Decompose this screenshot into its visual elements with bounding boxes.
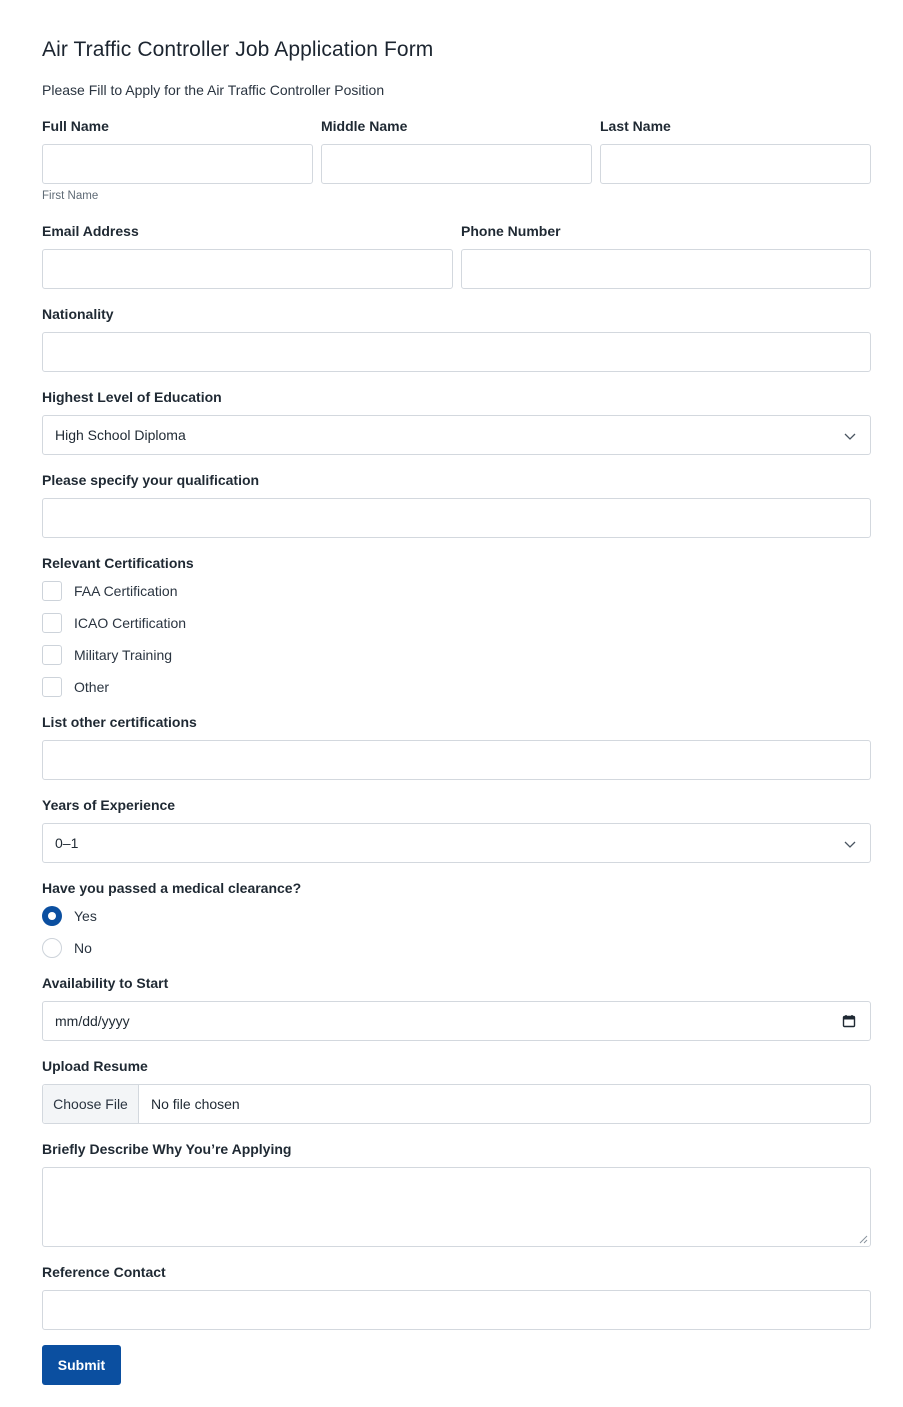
certification-option-military[interactable]: Military Training — [42, 644, 172, 666]
checkbox[interactable] — [42, 581, 62, 601]
medical-option-label: Yes — [74, 908, 97, 924]
certifications-label: Relevant Certifications — [42, 555, 194, 571]
education-label: Highest Level of Education — [42, 389, 222, 405]
reason-label: Briefly Describe Why You’re Applying — [42, 1141, 292, 1157]
certification-option-label: FAA Certification — [74, 583, 178, 599]
radio-button-selected[interactable] — [42, 906, 62, 926]
nationality-input[interactable] — [42, 332, 871, 372]
certification-option-label: Military Training — [74, 647, 173, 663]
experience-selected-value: 0–1 — [55, 835, 79, 851]
chevron-down-icon — [844, 433, 856, 440]
file-status: No file chosen — [151, 1096, 240, 1112]
medical-option-yes[interactable]: Yes — [42, 905, 97, 927]
qualification-label: Please specify your qualification — [42, 472, 260, 488]
experience-label: Years of Experience — [42, 797, 176, 813]
phone-input[interactable] — [461, 249, 871, 289]
checkbox[interactable] — [42, 677, 62, 697]
certification-option-icao[interactable]: ICAO Certification — [42, 612, 186, 634]
first-name-input[interactable] — [42, 144, 313, 184]
checkbox[interactable] — [42, 645, 62, 665]
qualification-input[interactable] — [42, 498, 871, 538]
middle-name-input[interactable] — [321, 144, 592, 184]
phone-label: Phone Number — [461, 223, 561, 239]
middle-name-label: Middle Name — [321, 118, 408, 134]
other-certifications-label: List other certifications — [42, 714, 197, 730]
availability-label: Availability to Start — [42, 975, 169, 991]
last-name-input[interactable] — [600, 144, 871, 184]
medical-option-label: No — [74, 940, 92, 956]
other-certifications-input[interactable] — [42, 740, 871, 780]
checkbox[interactable] — [42, 613, 62, 633]
education-selected-value: High School Diploma — [55, 427, 186, 443]
resume-label: Upload Resume — [42, 1058, 148, 1074]
nationality-label: Nationality — [42, 306, 114, 322]
certification-option-faa[interactable]: FAA Certification — [42, 580, 178, 602]
form-subtitle: Please Fill to Apply for the Air Traffic… — [42, 82, 385, 98]
email-label: Email Address — [42, 223, 139, 239]
certification-option-label: Other — [74, 679, 110, 695]
choose-file-button[interactable]: Choose File — [43, 1085, 139, 1123]
certification-option-label: ICAO Certification — [74, 615, 187, 631]
radio-button[interactable] — [42, 938, 62, 958]
chevron-down-icon — [844, 841, 856, 848]
medical-option-no[interactable]: No — [42, 937, 92, 959]
resume-file-input[interactable]: Choose File No file chosen — [42, 1084, 871, 1124]
reference-input[interactable] — [42, 1290, 871, 1330]
experience-select[interactable]: 0–1 — [42, 823, 871, 863]
date-placeholder: mm/dd/yyyy — [55, 1013, 130, 1029]
last-name-label: Last Name — [600, 118, 671, 134]
resize-handle-icon[interactable] — [859, 1235, 868, 1244]
email-input[interactable] — [42, 249, 453, 289]
education-select[interactable]: High School Diploma — [42, 415, 871, 455]
certification-option-other[interactable]: Other — [42, 676, 109, 698]
form-title: Air Traffic Controller Job Application F… — [42, 38, 434, 61]
submit-button[interactable]: Submit — [42, 1345, 121, 1385]
calendar-icon[interactable] — [842, 1014, 856, 1028]
reference-label: Reference Contact — [42, 1264, 166, 1280]
first-name-sublabel: First Name — [42, 190, 99, 202]
full-name-label: Full Name — [42, 118, 109, 134]
reason-textarea[interactable] — [42, 1167, 871, 1247]
availability-date-input[interactable]: mm/dd/yyyy — [42, 1001, 871, 1041]
medical-clearance-label: Have you passed a medical clearance? — [42, 880, 302, 896]
